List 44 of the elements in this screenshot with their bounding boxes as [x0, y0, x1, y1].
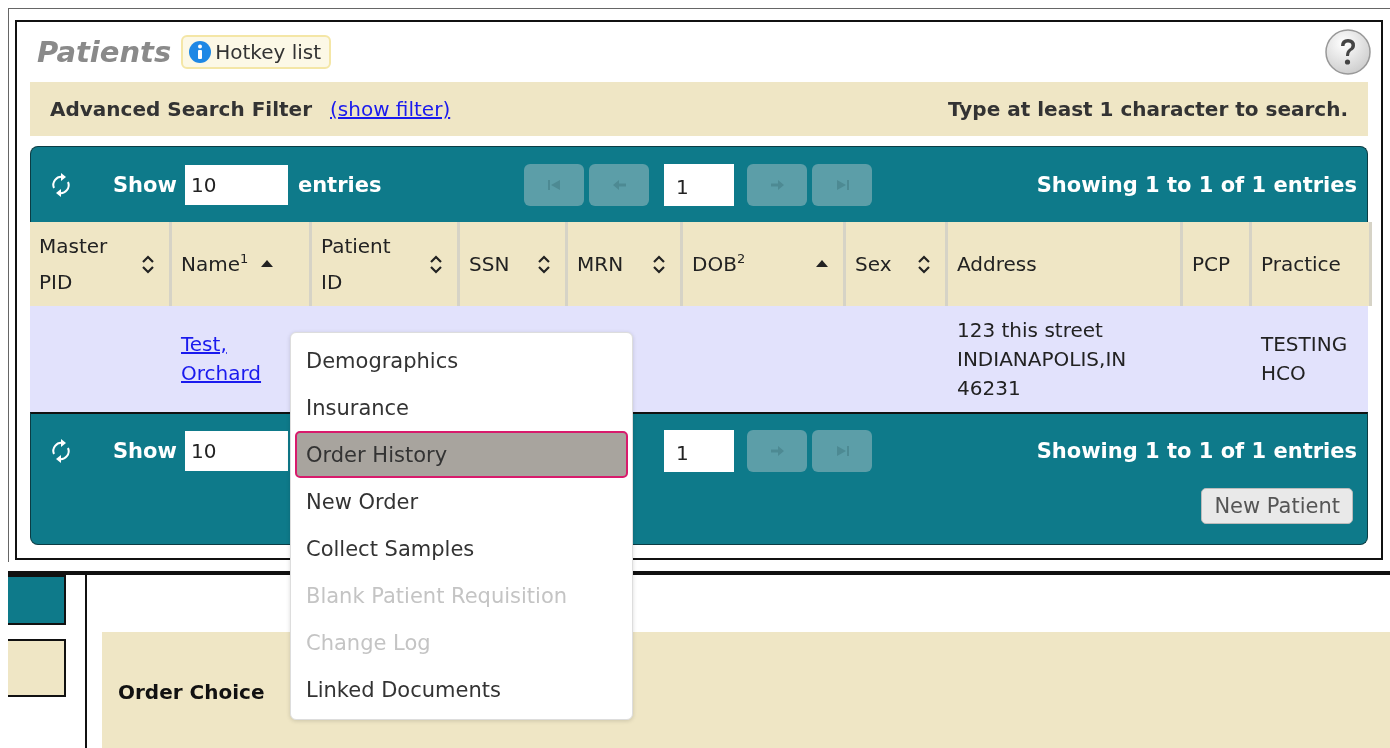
column-header[interactable]: Address — [948, 222, 1183, 306]
menu-item[interactable]: Order History — [295, 431, 628, 478]
section-label: Order Choice — [118, 680, 265, 704]
page-size-field[interactable]: 10 — [184, 164, 288, 205]
info-icon — [189, 41, 212, 63]
sort-icon — [141, 254, 155, 274]
help-icon — [1324, 28, 1372, 76]
search-hint: Type at least 1 character to search. — [948, 97, 1348, 121]
box-block — [8, 639, 66, 697]
filter-label: Advanced Search Filter — [50, 97, 312, 121]
entries-info: Showing 1 to 1 of 1 entries — [1036, 439, 1357, 463]
column-header[interactable]: Name$^{1}$ — [172, 222, 312, 306]
show-filter-link[interactable]: (show filter) — [330, 97, 451, 121]
menu-item[interactable]: Collect Samples — [295, 525, 628, 572]
menu-item[interactable]: Demographics — [295, 337, 628, 384]
show-label: Show — [113, 439, 177, 463]
column-header[interactable]: Sex — [846, 222, 948, 306]
sort-icon — [429, 254, 443, 274]
page-title: Patients — [37, 35, 172, 69]
refresh-icon — [49, 171, 73, 198]
column-header[interactable]: DOB$^{2}$ — [683, 222, 846, 306]
sort-icon — [652, 254, 666, 274]
column-header[interactable]: SSN — [460, 222, 568, 306]
refresh-icon — [49, 438, 73, 464]
page-size-field[interactable]: 10 — [184, 431, 288, 471]
page-number-field[interactable]: 1 — [664, 163, 734, 206]
page-number-field[interactable]: 1 — [664, 430, 734, 472]
entries-info: Showing 1 to 1 of 1 entries — [1036, 172, 1357, 197]
table-cell-text: 123 this street INDIANAPOLIS,IN 46231 — [957, 316, 1128, 402]
column-header[interactable]: Practice — [1252, 222, 1372, 306]
column-header[interactable]: Master PID — [30, 222, 172, 306]
menu-item[interactable]: Linked Documents — [295, 666, 628, 713]
column-header[interactable]: MRN — [568, 222, 683, 306]
menu-item[interactable]: New Order — [295, 478, 628, 525]
show-label: Show — [113, 172, 177, 197]
entries-label: entries — [297, 172, 382, 197]
sort-icon — [537, 254, 551, 274]
hotkey-list-button[interactable]: Hotkey list — [181, 35, 332, 69]
menu-item[interactable]: Insurance — [295, 384, 628, 431]
column-header[interactable]: Patient ID — [312, 222, 460, 306]
new-patient-button[interactable]: New Patient — [1201, 488, 1353, 524]
column-header[interactable]: PCP — [1183, 222, 1252, 306]
sort-icon — [917, 254, 931, 274]
table-cell-text: TESTING HCO — [1261, 331, 1349, 387]
